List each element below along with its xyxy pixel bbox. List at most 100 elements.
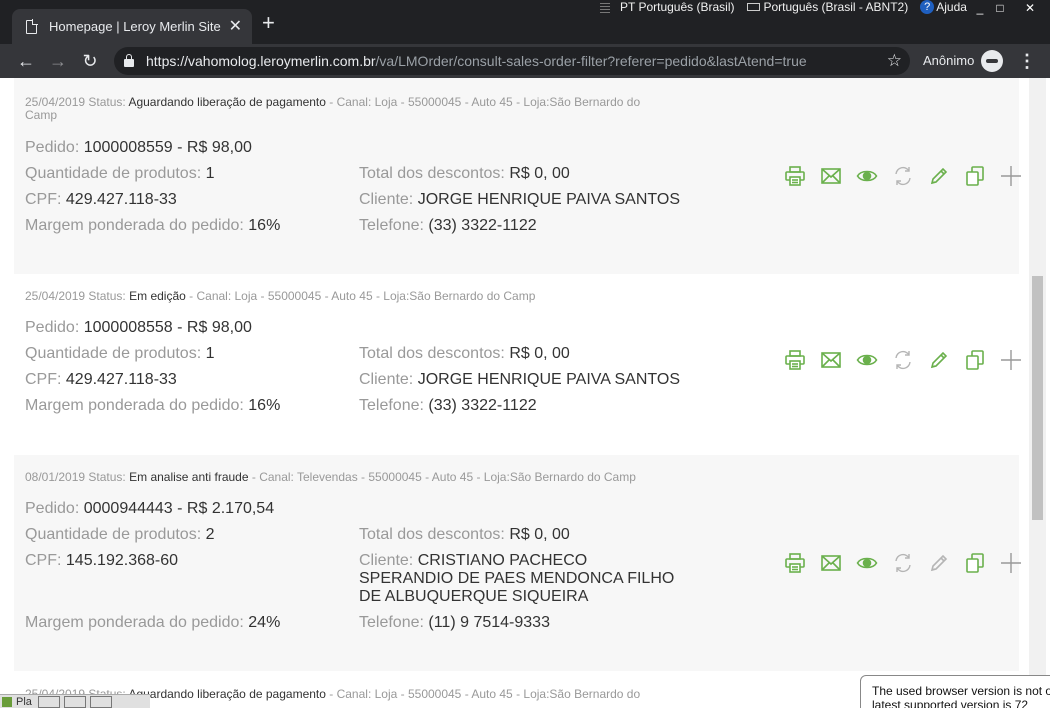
client-name: JORGE HENRIQUE PAIVA SANTOS [417, 191, 680, 208]
close-tab-icon[interactable]: ✕ [229, 18, 242, 35]
phone-value: (33) 3322-1122 [428, 397, 537, 414]
new-tab-button[interactable]: + [262, 12, 275, 34]
client-row: Cliente: JORGE HENRIQUE PAIVA SANTOS [359, 191, 680, 209]
eye-icon[interactable] [849, 552, 885, 574]
copy-icon[interactable] [957, 349, 993, 371]
cpf-value: 145.192.368-60 [65, 552, 179, 569]
minimize-button[interactable]: _ [970, 0, 990, 16]
margin-value: 24% [248, 614, 281, 631]
quantity-label: Quantidade de produtos: [25, 165, 202, 182]
pencil-icon[interactable] [921, 349, 957, 371]
maximize-task-button[interactable] [63, 695, 86, 708]
taskbar-label[interactable]: Pla [16, 696, 32, 708]
language-label[interactable]: PT Português (Brasil) [620, 0, 735, 14]
bookmark-star-icon[interactable]: ☆ [887, 51, 902, 71]
grip-icon[interactable] [600, 1, 610, 13]
order-card: 25/04/2019 Status: Em edição - Canal: Lo… [14, 274, 1021, 455]
quantity-label: Quantidade de produtos: [25, 526, 202, 543]
client-label: Cliente: [359, 371, 414, 388]
pedido-label: Pedido: [25, 500, 80, 517]
margin-label: Margem ponderada do pedido: [25, 397, 244, 414]
order-actions [777, 552, 1029, 574]
forward-button[interactable]: → [42, 51, 74, 72]
scrollbar-thumb[interactable] [1032, 276, 1043, 520]
order-actions [777, 349, 1029, 371]
pedido-label: Pedido: [25, 139, 80, 156]
plus-icon[interactable] [993, 349, 1029, 371]
sync-icon[interactable] [885, 165, 921, 187]
maximize-button[interactable]: □ [990, 0, 1010, 16]
order-channel: - Canal: Loja - 55000045 - Auto 45 - Loj… [329, 687, 641, 701]
order-status: Em edição [129, 289, 186, 303]
incognito-label[interactable]: Anônimo [923, 53, 974, 68]
plus-icon[interactable] [993, 165, 1029, 187]
printer-icon[interactable] [777, 349, 813, 371]
lock-icon[interactable] [124, 54, 134, 67]
back-button[interactable]: ← [10, 51, 42, 72]
eye-icon[interactable] [849, 349, 885, 371]
margin-row: Margem ponderada do pedido: 16% [25, 397, 280, 415]
printer-icon[interactable] [777, 552, 813, 574]
keyboard-icon [746, 3, 760, 11]
phone-label: Telefone: [359, 397, 424, 414]
cpf-value: 429.427.118-33 [65, 371, 177, 388]
cpf-label: CPF: [25, 552, 62, 569]
quantity-label: Quantidade de produtos: [25, 345, 202, 362]
envelope-icon[interactable] [813, 165, 849, 187]
printer-icon[interactable] [777, 165, 813, 187]
pencil-icon[interactable] [921, 552, 957, 574]
restore-button[interactable] [37, 695, 60, 708]
phone-row: Telefone: (33) 3322-1122 [359, 217, 537, 235]
discount-value: R$ 0, 00 [509, 526, 570, 543]
envelope-icon[interactable] [813, 349, 849, 371]
order-header: 25/04/2019 Status: Aguardando liberação … [25, 96, 675, 122]
plus-icon[interactable] [993, 552, 1029, 574]
url-path: /va/LMOrder/consult-sales-order-filter?r… [375, 53, 807, 69]
close-task-button[interactable] [89, 695, 112, 708]
incognito-icon[interactable] [981, 50, 1003, 72]
browser-tab[interactable]: Homepage | Leroy Merlin Site ✕ [12, 9, 252, 44]
order-card: 25/04/2019 Status: Aguardando liberação … [14, 78, 1021, 274]
order-header: 25/04/2019 Status: Em edição - Canal: Lo… [25, 290, 675, 303]
margin-row: Margem ponderada do pedido: 16% [25, 217, 280, 235]
order-number-row: Pedido: 0000944443 - R$ 2.170,54 [25, 500, 274, 518]
order-card: 08/01/2019 Status: Em analise anti fraud… [14, 455, 1021, 671]
quantity-row: Quantidade de produtos: 1 [25, 165, 215, 183]
keyboard-layout-label[interactable]: Português (Brasil - ABNT2) [764, 0, 909, 14]
copy-icon[interactable] [957, 165, 993, 187]
quantity-row: Quantidade de produtos: 1 [25, 345, 215, 363]
cpf-row: CPF: 429.427.118-33 [25, 371, 177, 389]
phone-label: Telefone: [359, 217, 424, 234]
browser-version-warning[interactable]: The used browser version is not of lates… [860, 675, 1050, 708]
phone-row: Telefone: (33) 3322-1122 [359, 397, 537, 415]
pencil-icon[interactable] [921, 165, 957, 187]
client-row: Cliente: CRISTIANO PACHECO SPERANDIO DE … [359, 552, 679, 606]
client-row: Cliente: JORGE HENRIQUE PAIVA SANTOS [359, 371, 680, 389]
margin-label: Margem ponderada do pedido: [25, 614, 244, 631]
order-number-row: Pedido: 1000008558 - R$ 98,00 [25, 319, 252, 337]
order-header: 08/01/2019 Status: Em analise anti fraud… [25, 471, 675, 484]
close-window-button[interactable]: ✕ [1010, 0, 1050, 16]
taskbar-fragment: Pla [0, 694, 150, 708]
order-number-row: Pedido: 1000008559 - R$ 98,00 [25, 139, 252, 157]
reload-button[interactable]: ↻ [74, 51, 106, 72]
document-icon [26, 18, 38, 34]
order-status: Aguardando liberação de pagamento [128, 95, 326, 109]
order-number: 1000008558 - R$ 98,00 [83, 319, 252, 336]
page-viewport: 25/04/2019 Status: Aguardando liberação … [0, 78, 1050, 708]
window-controls: _ □ ✕ [970, 0, 1050, 16]
discount-value: R$ 0, 00 [509, 345, 570, 362]
envelope-icon[interactable] [813, 552, 849, 574]
phone-label: Telefone: [359, 614, 424, 631]
eye-icon[interactable] [849, 165, 885, 187]
address-bar[interactable]: https://vahomolog.leroymerlin.com.br/va/… [114, 47, 910, 75]
quantity-value: 2 [205, 526, 215, 543]
sync-icon[interactable] [885, 552, 921, 574]
copy-icon[interactable] [957, 552, 993, 574]
help-icon[interactable]: ? [920, 0, 935, 14]
order-number: 0000944443 - R$ 2.170,54 [83, 500, 275, 517]
help-label[interactable]: Ajuda [936, 0, 967, 14]
app-icon[interactable] [2, 696, 12, 707]
browser-menu-icon[interactable]: ⋮ [1018, 51, 1036, 71]
sync-icon[interactable] [885, 349, 921, 371]
